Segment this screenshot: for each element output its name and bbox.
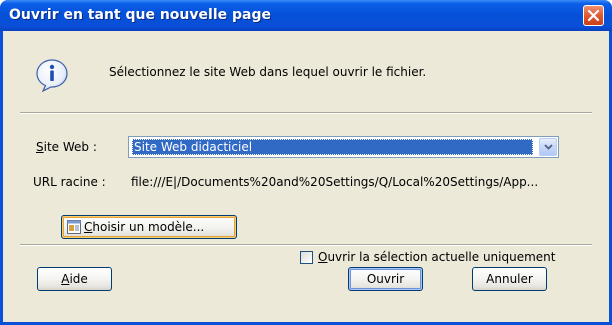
site-web-selected-value: Site Web didacticiel (132, 139, 533, 155)
open-button[interactable]: Ouvrir (348, 267, 423, 291)
separator-bottom (20, 244, 592, 246)
choose-template-label: Choisir un modèle... (84, 220, 205, 234)
dialog-window: Ouvrir en tant que nouvelle page Sélecti… (0, 0, 612, 325)
window-title: Ouvrir en tant que nouvelle page (9, 7, 271, 23)
selection-only-checkbox[interactable] (300, 251, 313, 264)
cancel-button[interactable]: Annuler (472, 267, 547, 291)
help-button[interactable]: Aide (37, 267, 112, 291)
url-root-value: file:///E|/Documents%20and%20Settings/Q/… (131, 175, 539, 189)
site-web-dropdown[interactable]: Site Web didacticiel (128, 136, 559, 158)
selection-only-label[interactable]: Ouvrir la sélection actuelle uniquement (318, 250, 555, 264)
close-icon (588, 10, 599, 21)
title-bar[interactable]: Ouvrir en tant que nouvelle page (0, 0, 612, 31)
prompt-text: Sélectionnez le site Web dans lequel ouv… (109, 65, 427, 79)
site-web-label: Site Web : (36, 140, 97, 154)
close-button[interactable] (583, 5, 604, 26)
template-icon (67, 220, 81, 234)
dialog-body: Sélectionnez le site Web dans lequel ouv… (3, 31, 609, 322)
url-root-label: URL racine : (33, 175, 106, 189)
dropdown-arrow-icon (544, 144, 553, 150)
dropdown-button[interactable] (539, 138, 557, 156)
separator-top (20, 112, 592, 114)
choose-template-button[interactable]: Choisir un modèle... (61, 215, 237, 239)
info-icon (36, 59, 68, 92)
